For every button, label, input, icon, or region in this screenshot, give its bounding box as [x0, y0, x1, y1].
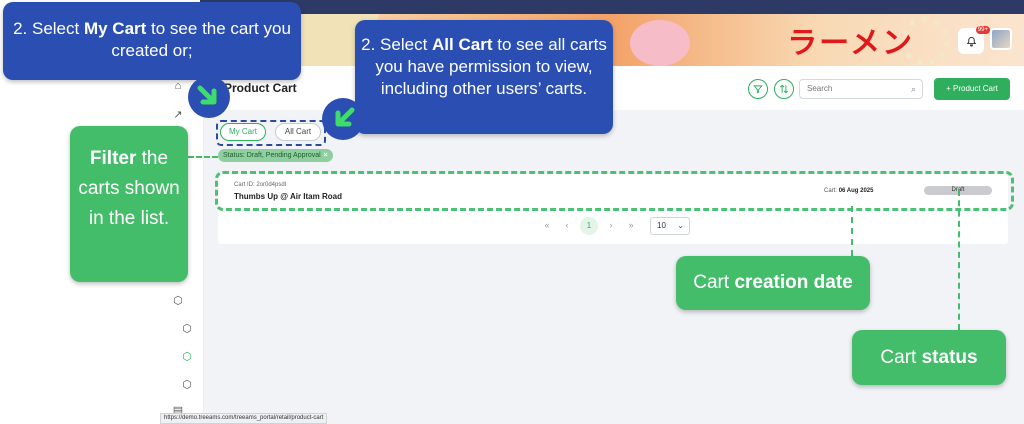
tab-my-cart[interactable]: My Cart — [220, 123, 266, 141]
callout-bold: creation date — [734, 272, 853, 293]
page-size-select[interactable]: 10 ⌄ — [650, 217, 690, 235]
filter-callout: Filter the carts shown in the list. — [70, 126, 188, 282]
page-title: Product Cart — [224, 81, 297, 95]
status-callout: Cart status — [852, 330, 1006, 385]
bell-icon — [966, 36, 976, 46]
sort-button[interactable] — [774, 79, 794, 99]
callout-text: 2. Select — [361, 35, 433, 54]
close-icon[interactable]: × — [324, 152, 328, 159]
arrow-down-right-icon — [188, 76, 230, 118]
banner-stripe — [200, 0, 1024, 14]
my-cart-callout: 2. Select My Cart to see the cart you cr… — [3, 2, 301, 80]
cube-icon[interactable]: ⬡ — [180, 378, 194, 391]
cube-icon[interactable]: ⬡ — [180, 350, 194, 363]
last-page-button[interactable]: » — [624, 220, 638, 230]
cart-row-highlight — [215, 171, 1014, 211]
filter-button[interactable] — [748, 79, 768, 99]
first-page-button[interactable]: « — [540, 220, 554, 230]
banner-decoration — [630, 20, 690, 66]
callout-bold: All Cart — [432, 35, 493, 54]
cube-icon[interactable]: ⬡ — [171, 294, 185, 307]
chart-icon[interactable]: ↗ — [171, 108, 185, 121]
current-page[interactable]: 1 — [580, 217, 598, 235]
pagination: « ‹ 1 › » 10 ⌄ — [218, 216, 1008, 236]
filter-connector — [188, 156, 218, 158]
avatar[interactable] — [990, 28, 1012, 50]
arrow-down-left-icon — [322, 98, 364, 140]
status-connector — [958, 190, 960, 330]
date-connector — [851, 206, 853, 256]
callout-bold: My Cart — [83, 19, 147, 38]
page-size-value: 10 — [657, 221, 666, 230]
callout-text: 2. Select — [13, 19, 84, 38]
prev-page-button[interactable]: ‹ — [560, 220, 574, 230]
callout-bold: status — [921, 347, 978, 368]
home-icon[interactable]: ⌂ — [171, 80, 185, 92]
creation-date-callout: Cart creation date — [676, 256, 870, 310]
sort-icon — [779, 84, 789, 94]
status-url: https://demo.treeams.com/treeams_portal/… — [160, 413, 328, 424]
tab-all-cart[interactable]: All Cart — [275, 123, 321, 141]
chevron-down-icon: ⌄ — [677, 221, 684, 230]
callout-text: Cart — [880, 347, 922, 368]
search-placeholder: Search — [807, 84, 833, 93]
add-product-cart-button[interactable]: + Product Cart — [934, 78, 1010, 100]
search-icon: ⌕ — [910, 84, 916, 94]
status-filter-label: Status: Draft, Pending Approval — [223, 152, 321, 159]
status-filter-chip: Status: Draft, Pending Approval × — [218, 149, 333, 162]
notification-badge: 99+ — [975, 26, 990, 34]
callout-bold: Filter — [89, 148, 137, 169]
all-cart-callout: 2. Select All Cart to see all carts you … — [355, 20, 613, 134]
cube-icon[interactable]: ⬡ — [180, 322, 194, 335]
filter-icon — [753, 85, 763, 94]
search-input[interactable]: Search ⌕ — [799, 79, 923, 99]
callout-text: Cart — [693, 272, 735, 293]
banner-text: ラーメン — [787, 26, 914, 61]
next-page-button[interactable]: › — [604, 220, 618, 230]
